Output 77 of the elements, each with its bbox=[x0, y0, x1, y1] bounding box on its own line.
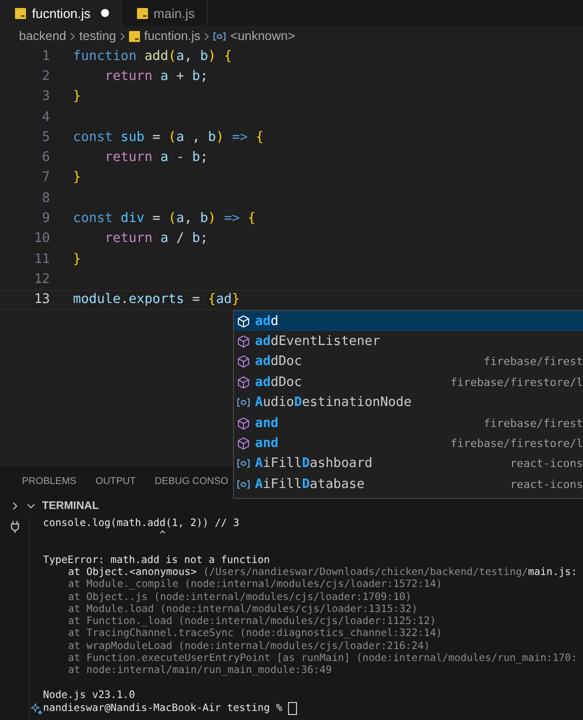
terminal-line: at Module.load (node:internal/modules/cjs/loader:1315:32) bbox=[68, 604, 418, 615]
suggestion-item[interactable]: add bbox=[234, 311, 583, 332]
terminal-line: at Function._load (node:internal/modules/cjs/loader:1125:12) bbox=[68, 616, 436, 627]
code-line: const div = (a, b) => { bbox=[73, 211, 256, 226]
file-tab[interactable]: main.js bbox=[122, 0, 208, 26]
terminal-line: console.log(math.add(1, 2)) // 3 bbox=[43, 518, 240, 529]
terminal-line: at wrapModuleLoad (node:internal/modules/cjs/loader:216:24) bbox=[68, 640, 430, 652]
line-number: 12 bbox=[33, 272, 50, 287]
terminal-prompt: nandieswar@Nandis-MacBook-Air testing % bbox=[43, 703, 284, 714]
line-number: 7 bbox=[41, 170, 50, 186]
line-number: 5 bbox=[41, 130, 50, 145]
terminal-line: at Object.<anonymous> (/Users/nandieswar/Downloads/chicken/backend/testing/main.js: bbox=[68, 567, 578, 578]
cube-icon bbox=[237, 335, 250, 348]
text-cursor bbox=[288, 702, 298, 716]
suggestion-item[interactable]: AiFillDatabase react-icons bbox=[234, 474, 583, 495]
terminal-line: at Function.executeUserEntryPoint [as runMain] (node:internal/modules/run_main:170: bbox=[68, 652, 578, 664]
line-number: 9 bbox=[41, 211, 50, 226]
terminal-line: Node.js v23.1.0 bbox=[43, 690, 136, 700]
terminal-line: at node:internal/main/run_main_module:36:49 bbox=[68, 665, 332, 676]
terminal-header[interactable]: TERMINAL bbox=[42, 500, 99, 512]
chevron-down-icon[interactable] bbox=[26, 501, 36, 511]
line-number: 6 bbox=[41, 150, 50, 166]
breadcrumb-item[interactable]: <unknown> bbox=[230, 29, 296, 43]
terminal-line: at Object..js (node:internal/modules/cjs/loader:1709:10) bbox=[68, 592, 412, 602]
variable-icon bbox=[237, 478, 250, 491]
suggestion-item[interactable]: AudioDestinationNode bbox=[234, 392, 583, 413]
code-line: return a - b; bbox=[104, 150, 208, 166]
sparkle-icon bbox=[31, 702, 43, 715]
terminal-line: TypeError: math.add is not a function bbox=[43, 554, 270, 566]
code-line: } bbox=[73, 252, 81, 267]
code-line: } bbox=[73, 170, 81, 186]
variable-icon bbox=[237, 457, 250, 470]
terminal-line: ^ bbox=[158, 530, 166, 542]
plug-icon[interactable] bbox=[10, 520, 20, 534]
breadcrumb-item[interactable]: testing bbox=[79, 29, 116, 43]
suggestion-item[interactable]: addEventListener bbox=[234, 331, 583, 352]
cube-icon bbox=[237, 355, 250, 368]
js-file-icon bbox=[129, 30, 140, 42]
suggestion-item[interactable]: and firebase/firestore/l bbox=[234, 433, 583, 454]
chevron-right-icon[interactable] bbox=[10, 501, 20, 511]
cube-icon bbox=[237, 437, 250, 450]
code-line: return a / b; bbox=[104, 231, 208, 246]
line-number: 10 bbox=[33, 231, 50, 246]
breadcrumb-item[interactable]: backend bbox=[19, 29, 66, 43]
suggestion-item[interactable]: addDoc firebase/firestore/l bbox=[234, 372, 583, 393]
cube-icon bbox=[237, 314, 250, 328]
panel-tab[interactable]: PROBLEMS bbox=[22, 476, 76, 486]
chevron-icon bbox=[120, 32, 126, 40]
variable-icon bbox=[237, 396, 250, 410]
variable-icon bbox=[213, 32, 226, 40]
suggestion-item[interactable]: addDoc firebase/firest bbox=[234, 352, 583, 372]
terminal-line: at Module._compile (node:internal/modules/cjs/loader:1572:14) bbox=[68, 579, 442, 590]
js-file-icon bbox=[136, 8, 148, 18]
chevron-icon bbox=[70, 32, 76, 40]
breadcrumb-item[interactable]: fucntion.js bbox=[144, 29, 200, 43]
cube-icon bbox=[237, 416, 250, 430]
panel-tab[interactable]: OUTPUT bbox=[95, 476, 136, 486]
line-number: 4 bbox=[41, 110, 50, 125]
code-line: } bbox=[73, 89, 81, 104]
suggestion-item[interactable]: and firebase/firest bbox=[234, 412, 583, 434]
code-line: module.exports = {ad} bbox=[73, 292, 240, 308]
line-number: 3 bbox=[41, 89, 50, 104]
file-tab[interactable]: fucntion.js bbox=[0, 0, 122, 26]
line-number: 8 bbox=[41, 190, 50, 206]
suggestion-item[interactable]: AiFillDashboard react-icons bbox=[234, 454, 583, 474]
code-line: function add(a, b) { bbox=[73, 48, 232, 64]
js-file-icon bbox=[15, 8, 26, 18]
code-line: return a + b; bbox=[104, 68, 208, 84]
line-number: 11 bbox=[33, 252, 50, 267]
line-number: 2 bbox=[41, 68, 50, 84]
code-line: const sub = (a , b) => { bbox=[73, 130, 264, 145]
terminal-line: at TracingChannel.traceSync (node:diagnostics_channel:322:14) bbox=[68, 628, 442, 640]
chevron-icon bbox=[204, 32, 210, 40]
line-number: 13 bbox=[33, 292, 50, 308]
line-number: 1 bbox=[41, 48, 50, 64]
cube-icon bbox=[237, 376, 250, 389]
panel-tab[interactable]: DEBUG CONSO bbox=[154, 476, 228, 486]
